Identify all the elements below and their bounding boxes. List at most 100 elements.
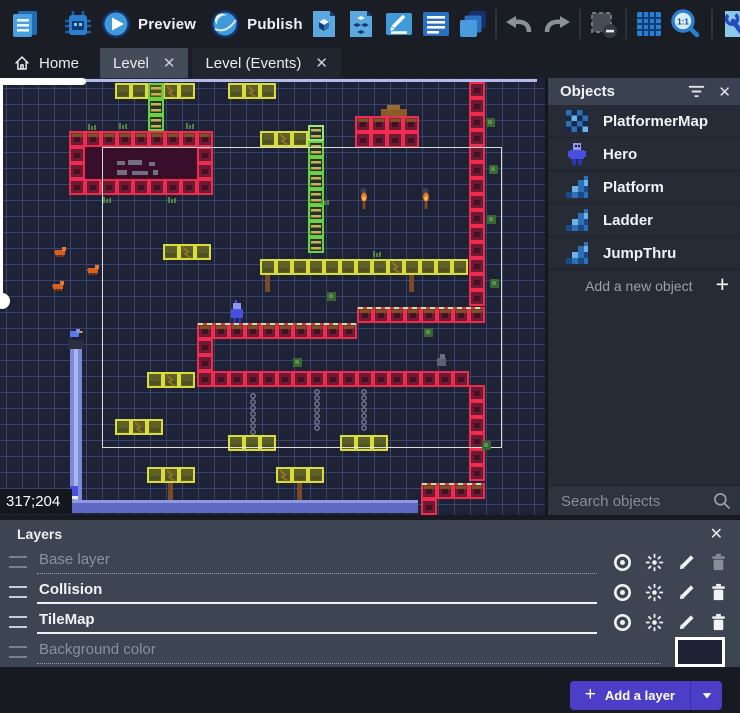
toolbar-separator: [625, 9, 627, 39]
pencil-icon: [676, 612, 697, 633]
layer-visibility-button[interactable]: [611, 611, 634, 634]
clear-selection-button[interactable]: [586, 7, 620, 41]
object-item-hero[interactable]: Hero: [548, 138, 740, 171]
plus-icon: +: [716, 273, 729, 296]
tilemap-object-icon: [564, 108, 590, 134]
tab-home-label: Home: [39, 55, 79, 72]
object-item-ladder[interactable]: Ladder: [548, 204, 740, 237]
layers-stack-icon: [457, 8, 489, 40]
tileset-object-icon: [564, 207, 590, 233]
project-manager-button[interactable]: [8, 7, 42, 41]
drag-handle-icon[interactable]: [9, 616, 27, 628]
pencil-icon: [676, 552, 697, 573]
scene-editor-canvas[interactable]: 317;204: [0, 78, 545, 515]
drag-handle-icon[interactable]: [9, 586, 27, 598]
close-panel-icon[interactable]: ✕: [718, 83, 731, 101]
layer-edit-button[interactable]: [675, 611, 698, 634]
preview-label[interactable]: Preview: [138, 16, 196, 33]
close-tab-icon[interactable]: ✕: [163, 56, 176, 71]
open-object-groups-button[interactable]: [344, 7, 378, 41]
layer-effects-button[interactable]: [643, 581, 666, 604]
open-objects-button[interactable]: [307, 7, 341, 41]
drag-handle-icon: [9, 646, 27, 658]
layer-effects-button[interactable]: [643, 611, 666, 634]
tab-bar: Home Level ✕ Level (Events) ✕: [0, 48, 740, 78]
add-layer-button[interactable]: + Add a layer: [570, 681, 690, 710]
layer-name-field[interactable]: Collision: [37, 580, 597, 604]
layer-name-field[interactable]: TileMap: [37, 610, 597, 634]
play-circle-icon: [100, 8, 132, 40]
redo-arrow-icon: [541, 8, 573, 40]
layer-visibility-button[interactable]: [611, 581, 634, 604]
undo-arrow-icon: [503, 8, 535, 40]
layer-edit-button[interactable]: [675, 581, 698, 604]
redo-button[interactable]: [540, 7, 574, 41]
layer-row-background-color[interactable]: Background color: [0, 637, 740, 667]
trash-icon: [708, 552, 729, 573]
layer-edit-button[interactable]: [675, 551, 698, 574]
layer-visibility-button[interactable]: [611, 551, 634, 574]
objects-panel: Objects ✕ PlatformerMap Hero Platform La…: [545, 78, 740, 515]
effects-sparkle-icon: [644, 612, 665, 633]
close-tab-icon[interactable]: ✕: [315, 56, 328, 71]
background-color-swatch[interactable]: [675, 637, 725, 667]
open-properties-button[interactable]: [382, 7, 416, 41]
eye-icon: [612, 552, 633, 573]
grid-icon: [633, 8, 665, 40]
layers-panel-header: Layers ✕: [0, 520, 740, 547]
debug-robot-icon: [62, 8, 94, 40]
level-render: [0, 78, 545, 515]
wrench-icon: [719, 8, 740, 40]
effects-sparkle-icon: [644, 582, 665, 603]
layer-row-base-layer[interactable]: Base layer: [0, 547, 740, 577]
edit-properties-icon: [383, 8, 415, 40]
tab-home[interactable]: Home: [0, 48, 92, 78]
objects-panel-title: Objects: [560, 83, 675, 100]
vertical-scrollbar-thumb[interactable]: [0, 84, 3, 296]
undo-button[interactable]: [502, 7, 536, 41]
tab-level-events[interactable]: Level (Events) ✕: [192, 48, 340, 78]
cursor-coordinates: 317;204: [0, 489, 72, 514]
tab-level[interactable]: Level ✕: [100, 48, 188, 78]
layers-panel: Layers ✕ Base layer Collision: [0, 515, 740, 713]
layer-delete-button[interactable]: [707, 611, 730, 634]
instances-editor-settings-button[interactable]: [718, 7, 740, 41]
object-item-platform[interactable]: Platform: [548, 171, 740, 204]
project-manager-icon: [9, 8, 41, 40]
open-instances-list-button[interactable]: [419, 7, 453, 41]
close-panel-icon[interactable]: ✕: [710, 524, 723, 544]
eye-icon: [612, 612, 633, 633]
horizontal-scrollbar-thumb[interactable]: [0, 78, 86, 85]
debugger-button[interactable]: [61, 7, 95, 41]
layer-name-field[interactable]: Base layer: [37, 550, 597, 574]
search-objects-input[interactable]: [559, 492, 704, 511]
layer-row-tilemap[interactable]: TileMap: [0, 607, 740, 637]
add-new-object-button[interactable]: Add a new object +: [548, 270, 740, 301]
search-icon: [712, 491, 732, 511]
add-layer-dropdown-button[interactable]: [690, 681, 722, 710]
toolbar-separator: [579, 9, 581, 39]
layer-effects-button[interactable]: [643, 551, 666, 574]
toggle-grid-button[interactable]: [632, 7, 666, 41]
home-icon: [13, 54, 31, 72]
publish-button[interactable]: [208, 7, 242, 41]
search-objects-bar: [548, 487, 740, 515]
layer-delete-button[interactable]: [707, 581, 730, 604]
drag-handle-icon[interactable]: [9, 556, 27, 568]
preview-button[interactable]: [99, 7, 133, 41]
object-groups-icon: [345, 8, 377, 40]
filter-icon[interactable]: [687, 83, 706, 100]
tab-level-events-label: Level (Events): [205, 55, 301, 72]
eye-icon: [612, 582, 633, 603]
zoom-original-button[interactable]: [668, 7, 702, 41]
object-item-platformermap[interactable]: PlatformerMap: [548, 105, 740, 138]
publish-label[interactable]: Publish: [247, 16, 303, 33]
open-layers-button[interactable]: [456, 7, 490, 41]
toolbar: Preview Publish: [0, 0, 740, 48]
deselect-icon: [587, 8, 619, 40]
layer-row-collision[interactable]: Collision: [0, 577, 740, 607]
zoom-1-1-icon: [669, 8, 701, 40]
object-item-jumpthru[interactable]: JumpThru: [548, 237, 740, 270]
object-page-icon: [308, 8, 340, 40]
add-layer-split-button: + Add a layer: [570, 681, 722, 710]
